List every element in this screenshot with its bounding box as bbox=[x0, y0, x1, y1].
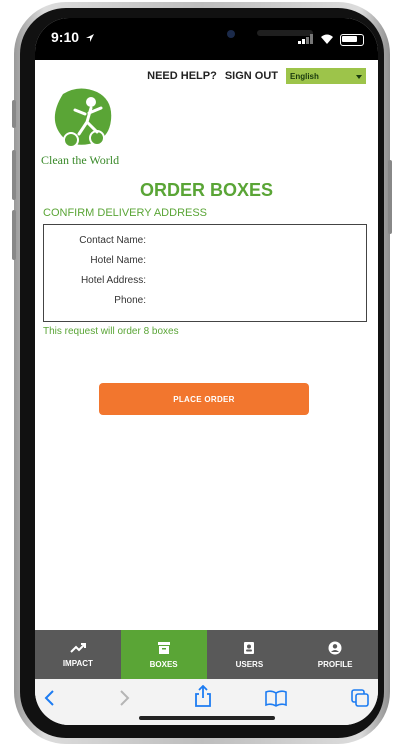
delivery-address-box: Contact Name: Hotel Name: Hotel Address:… bbox=[43, 224, 367, 322]
battery-icon bbox=[340, 34, 364, 46]
hotel-name-label: Hotel Name: bbox=[90, 255, 146, 266]
tab-impact[interactable]: IMPACT bbox=[35, 630, 121, 679]
tab-boxes-label: BOXES bbox=[149, 659, 178, 669]
status-bar: 9:10 bbox=[35, 18, 378, 60]
top-links: NEED HELP? SIGN OUT English bbox=[147, 68, 366, 84]
page-title: ORDER BOXES bbox=[139, 180, 274, 200]
mute-switch bbox=[12, 100, 16, 128]
page-subtitle: CONFIRM DELIVERY ADDRESS bbox=[43, 207, 208, 219]
tab-profile-label: PROFILE bbox=[317, 659, 353, 669]
tab-boxes[interactable]: BOXES bbox=[120, 630, 207, 679]
back-icon[interactable] bbox=[43, 689, 55, 712]
tab-profile[interactable]: PROFILE bbox=[292, 630, 378, 679]
forward-icon[interactable] bbox=[119, 689, 131, 712]
wifi-icon bbox=[320, 31, 334, 49]
signal-icon bbox=[298, 31, 314, 49]
notch bbox=[107, 18, 313, 50]
sign-out-link[interactable]: SIGN OUT bbox=[225, 70, 278, 82]
tab-users-label: USERS bbox=[235, 659, 264, 669]
volume-up-button bbox=[12, 150, 16, 200]
bottom-tab-bar: IMPACT BOXES USERS PROFILE bbox=[35, 630, 378, 679]
hotel-address-label: Hotel Address: bbox=[80, 275, 146, 286]
logo-text: Clean the World bbox=[41, 153, 120, 167]
box-icon bbox=[157, 641, 171, 660]
home-indicator bbox=[139, 716, 275, 720]
place-order-button[interactable]: PLACE ORDER bbox=[99, 383, 309, 415]
need-help-link[interactable]: NEED HELP? bbox=[147, 70, 217, 82]
chevron-down-icon bbox=[356, 72, 362, 81]
volume-down-button bbox=[12, 210, 16, 260]
status-time: 9:10 bbox=[51, 29, 80, 45]
power-button bbox=[388, 160, 392, 234]
contacts-icon bbox=[242, 641, 256, 660]
order-note: This request will order 8 boxes bbox=[43, 326, 179, 337]
front-camera bbox=[227, 30, 235, 38]
screen: 9:10 NEED HELP? SIGN OUT English Clean t… bbox=[35, 18, 378, 725]
tab-users[interactable]: USERS bbox=[207, 630, 293, 679]
contact-name-label: Contact Name: bbox=[79, 235, 146, 246]
status-icons bbox=[298, 31, 364, 49]
share-icon[interactable] bbox=[195, 684, 211, 712]
phone-label: Phone: bbox=[114, 295, 146, 306]
tab-impact-label: IMPACT bbox=[62, 658, 93, 668]
language-select[interactable]: English bbox=[286, 68, 366, 84]
bookmarks-icon[interactable] bbox=[265, 689, 287, 712]
person-icon bbox=[328, 641, 342, 660]
location-icon bbox=[85, 30, 95, 48]
trend-icon bbox=[70, 642, 86, 659]
tabs-icon[interactable] bbox=[351, 689, 369, 712]
language-value: English bbox=[290, 71, 319, 81]
